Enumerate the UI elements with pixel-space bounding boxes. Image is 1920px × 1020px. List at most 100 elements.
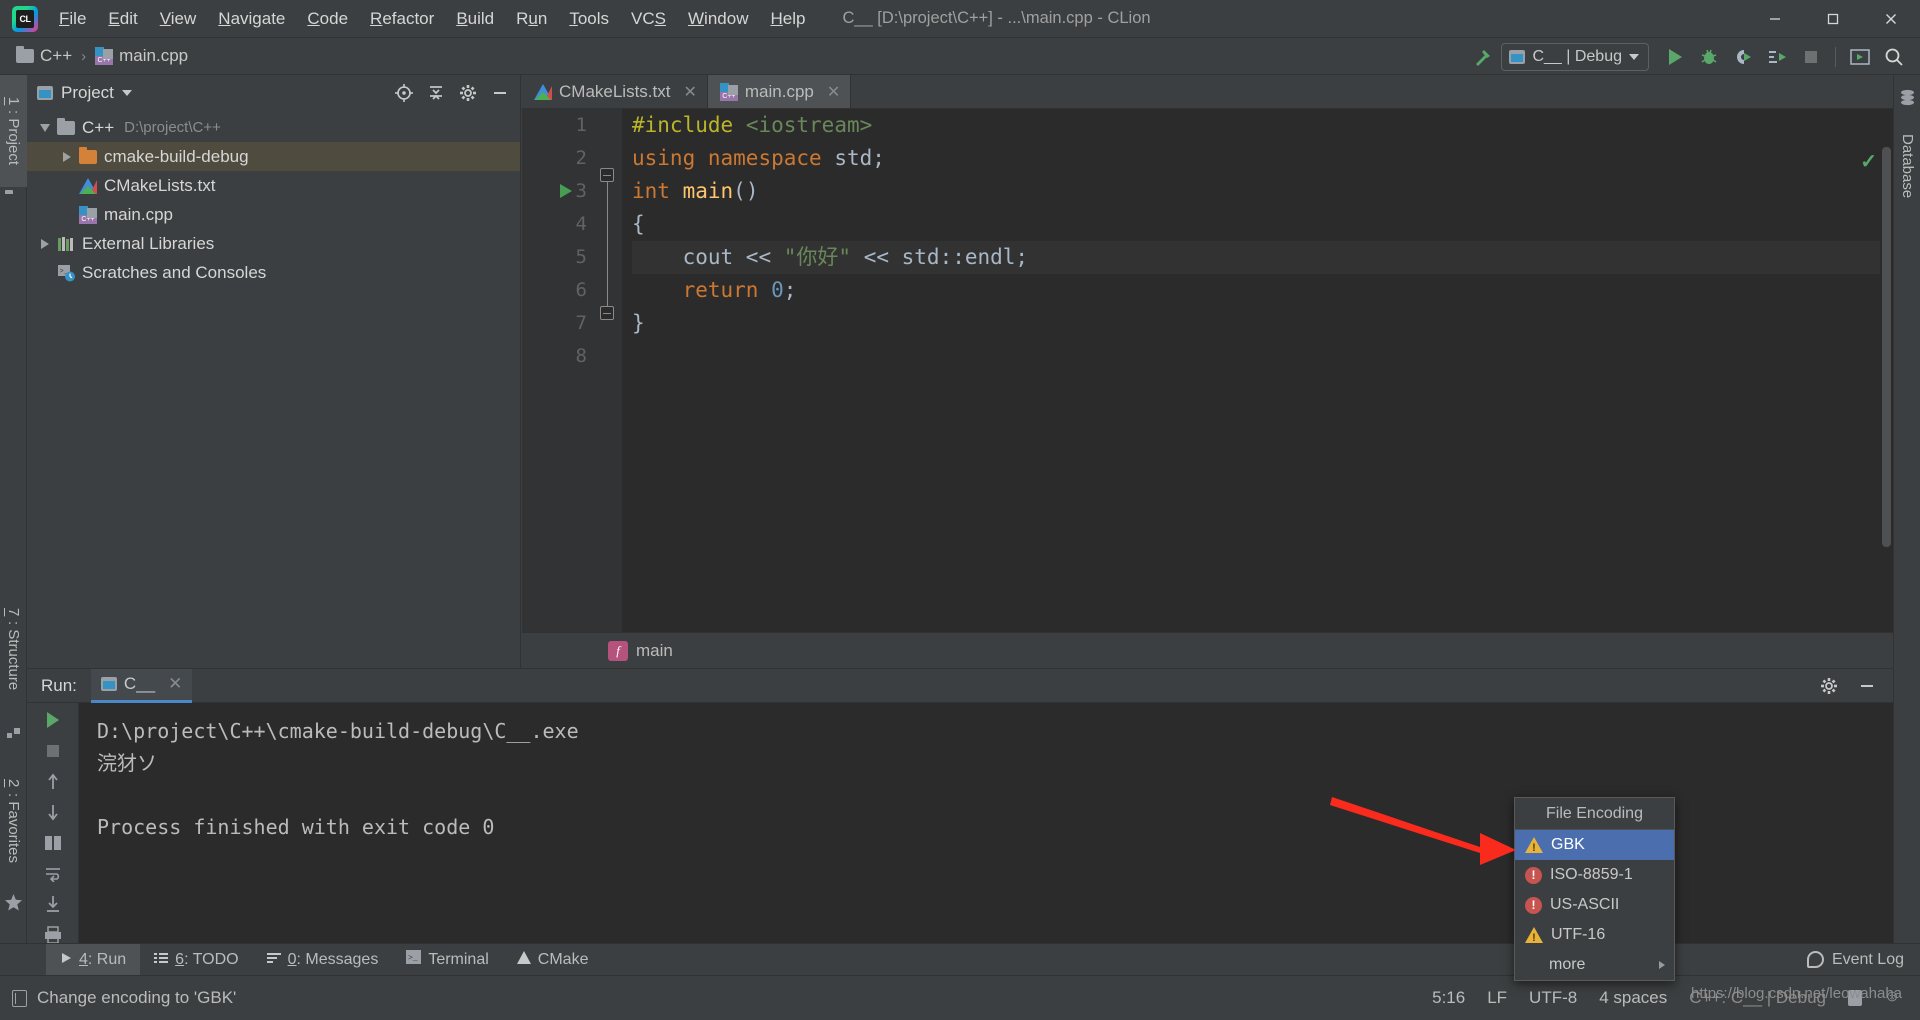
star-icon: [4, 893, 23, 917]
down-arrow-icon[interactable]: [38, 803, 68, 822]
build-config-status[interactable]: C++: C__ | Debug: [1689, 988, 1826, 1008]
status-bar: Change encoding to 'GBK' 5:16 LF UTF-8 4…: [0, 975, 1920, 1020]
face-icon[interactable]: ☺: [1884, 988, 1904, 1008]
bottom-tab-todo[interactable]: 6: TODO: [140, 944, 252, 976]
chevron-right-icon[interactable]: [35, 238, 55, 249]
encoding-option-us-ascii[interactable]: US-ASCII: [1515, 890, 1674, 920]
editor-gutter[interactable]: 1 2 3 4 5 6 7 8: [522, 109, 596, 632]
encoding-option-gbk[interactable]: GBK: [1515, 830, 1674, 860]
run-gutter-icon[interactable]: [560, 184, 572, 198]
scroll-to-end-icon[interactable]: [38, 895, 68, 914]
sidebar-item-favorites[interactable]: 2: Favorites: [0, 757, 27, 885]
menu-item-navigate[interactable]: Navigate: [207, 0, 296, 38]
run-icon[interactable]: [1659, 42, 1691, 72]
breadcrumb-item-project[interactable]: C++: [12, 44, 76, 68]
editor-tab-cmakelists[interactable]: CMakeLists.txt ✕: [522, 75, 708, 108]
run-with-coverage-icon[interactable]: [1727, 42, 1759, 72]
line-separator[interactable]: LF: [1487, 988, 1507, 1008]
run-configuration-selector[interactable]: C__ | Debug: [1501, 42, 1649, 71]
breadcrumb-project-label: C++: [40, 46, 73, 65]
tree-row[interactable]: CMakeLists.txt: [27, 171, 520, 200]
encoding-option-utf-16[interactable]: UTF-16: [1515, 920, 1674, 950]
menu-item-code[interactable]: Code: [296, 0, 359, 38]
chevron-down-icon[interactable]: [121, 90, 132, 96]
menu-item-edit[interactable]: Edit: [97, 0, 148, 38]
close-button[interactable]: [1862, 0, 1920, 38]
menu-item-vcs[interactable]: VCS: [620, 0, 677, 38]
soft-wrap-icon[interactable]: [38, 864, 68, 883]
menu-item-refactor[interactable]: Refactor: [359, 0, 445, 38]
menu-item-view[interactable]: View: [149, 0, 208, 38]
status-message-area: Change encoding to 'GBK': [0, 988, 236, 1008]
profile-icon[interactable]: [1761, 42, 1793, 72]
editor-tab-main-cpp[interactable]: C++ main.cpp ✕: [707, 75, 852, 108]
sidebar-item-project[interactable]: 1: Project: [0, 75, 27, 187]
maximize-button[interactable]: [1804, 0, 1862, 38]
document-icon: [12, 989, 27, 1007]
tree-row[interactable]: C++ main.cpp: [27, 200, 520, 229]
sidebar-item-structure[interactable]: 7: Structure: [0, 585, 27, 713]
error-icon: [1525, 866, 1542, 884]
encoding-option-more[interactable]: more: [1515, 950, 1674, 980]
chevron-down-icon[interactable]: [35, 123, 55, 132]
code-line-3: int main(): [632, 179, 759, 203]
layout-icon[interactable]: [38, 834, 68, 853]
menu-item-run[interactable]: Run: [505, 0, 558, 38]
fold-end-icon[interactable]: [600, 306, 614, 320]
hide-panel-icon[interactable]: [1855, 674, 1879, 698]
rerun-icon[interactable]: [38, 711, 68, 730]
menu-item-window[interactable]: Window: [677, 0, 759, 38]
fold-column[interactable]: [596, 109, 622, 632]
menu-item-build[interactable]: Build: [445, 0, 505, 38]
scrollbar-thumb[interactable]: [1882, 147, 1891, 547]
inspection-status-icon[interactable]: ✓: [1860, 149, 1877, 174]
stop-icon[interactable]: [38, 742, 68, 761]
popup-title: File Encoding: [1515, 798, 1674, 830]
menu-item-tools[interactable]: Tools: [558, 0, 620, 38]
print-icon[interactable]: [38, 926, 68, 945]
update-app-icon[interactable]: [1844, 42, 1876, 72]
close-icon[interactable]: ✕: [827, 82, 840, 102]
debug-bug-icon[interactable]: [1693, 42, 1725, 72]
tree-item-label: Scratches and Consoles: [82, 262, 267, 282]
caret-position[interactable]: 5:16: [1432, 988, 1465, 1008]
search-everywhere-icon[interactable]: [1878, 42, 1910, 72]
bottom-tab-messages[interactable]: 0: Messages: [253, 944, 393, 976]
editor-scrollbar[interactable]: [1880, 143, 1893, 666]
indent-setting[interactable]: 4 spaces: [1599, 988, 1667, 1008]
close-icon[interactable]: ✕: [683, 82, 696, 102]
code-content[interactable]: #include <iostream> using namespace std;…: [622, 109, 1893, 632]
bottom-tab-terminal[interactable]: >_ Terminal: [392, 944, 502, 976]
code-editor[interactable]: 1 2 3 4 5 6 7 8 #include <iostream> usin…: [522, 109, 1893, 666]
breadcrumb-item-file[interactable]: C++ main.cpp: [91, 44, 192, 68]
tree-row[interactable]: External Libraries: [27, 229, 520, 258]
run-session-tab[interactable]: C__ ✕: [90, 668, 193, 703]
lock-icon[interactable]: [1848, 990, 1862, 1006]
locate-target-icon[interactable]: [392, 81, 416, 105]
stop-icon[interactable]: [1795, 42, 1827, 72]
collapse-all-icon[interactable]: [424, 81, 448, 105]
up-arrow-icon[interactable]: [38, 772, 68, 791]
tree-row[interactable]: >_ Scratches and Consoles: [27, 258, 520, 287]
file-encoding[interactable]: UTF-8: [1529, 988, 1577, 1008]
hide-panel-icon[interactable]: [488, 81, 512, 105]
tree-row[interactable]: C++ D:\project\C++: [27, 113, 520, 142]
tree-row[interactable]: cmake-build-debug: [27, 142, 520, 171]
menu-item-file[interactable]: File: [48, 0, 97, 38]
close-icon[interactable]: ✕: [168, 674, 182, 694]
bottom-tab-run[interactable]: 4: Run: [46, 943, 141, 976]
chevron-right-icon[interactable]: [57, 151, 77, 162]
sidebar-item-database[interactable]: Database: [1894, 115, 1920, 217]
folder-gray-icon: [16, 46, 34, 63]
gear-icon[interactable]: [456, 81, 480, 105]
encoding-option-iso-8859-1[interactable]: ISO-8859-1: [1515, 860, 1674, 890]
bottom-tab-cmake[interactable]: CMake: [503, 944, 603, 976]
messages-tab-mnemonic: 0: [287, 950, 297, 968]
gear-icon[interactable]: [1817, 674, 1841, 698]
event-log-button[interactable]: Event Log: [1806, 951, 1920, 969]
fold-collapse-icon[interactable]: [600, 168, 614, 182]
hammer-icon[interactable]: [1467, 42, 1499, 72]
menu-item-help[interactable]: Help: [759, 0, 816, 38]
minimize-button[interactable]: [1746, 0, 1804, 38]
